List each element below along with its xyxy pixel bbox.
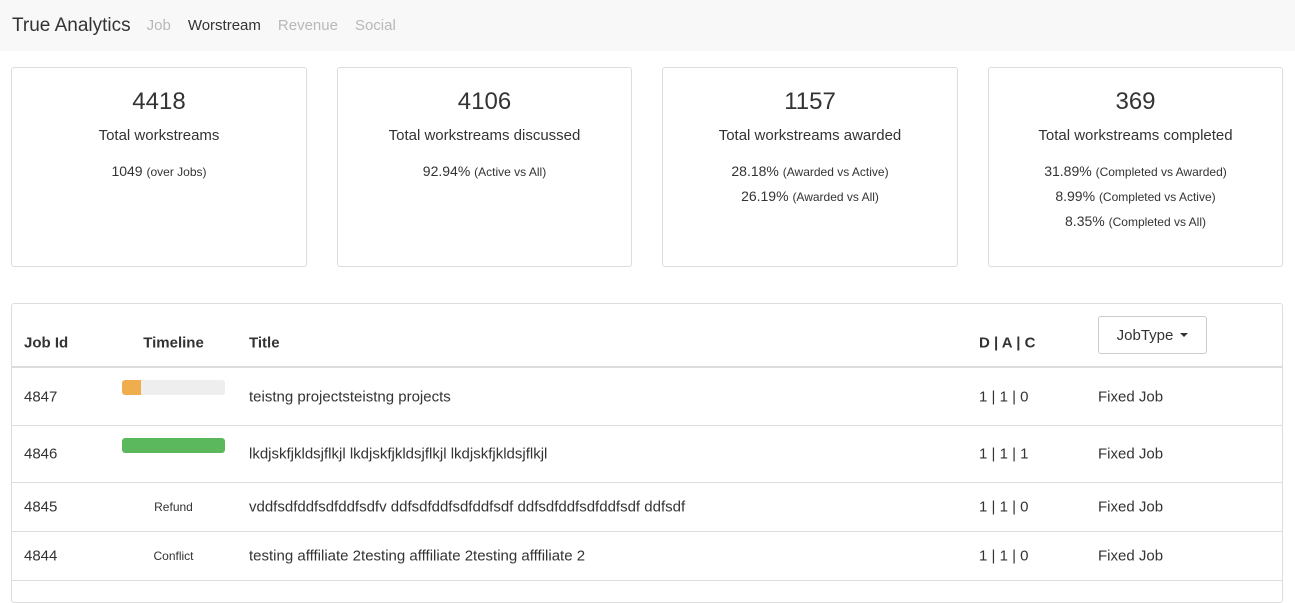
- stat-value: 28.18%: [731, 163, 779, 179]
- timeline-progress-fill: [122, 380, 141, 395]
- stat-line: 28.18% (Awarded vs Active): [663, 159, 957, 184]
- stat-value: 1049: [111, 163, 143, 179]
- card-stats: 92.94% (Active vs All): [338, 159, 631, 184]
- row-job-type: Fixed Job: [1098, 498, 1164, 516]
- row-title[interactable]: lkdjskfjkldsjflkjl lkdjskfjkldsjflkjl lk…: [249, 446, 547, 463]
- card-value: 1157: [784, 88, 836, 115]
- navbar: True Analytics Job Worstream Revenue Soc…: [0, 0, 1295, 51]
- jobtype-dropdown-button[interactable]: JobType: [1098, 316, 1207, 354]
- card-value: 4106: [457, 88, 512, 115]
- stat-line: 8.35% (Completed vs All): [989, 209, 1282, 234]
- card-stats: 28.18% (Awarded vs Active) 26.19% (Award…: [663, 159, 957, 209]
- card-value: 4418: [132, 88, 186, 115]
- header-timeline: Timeline: [143, 334, 204, 352]
- nav-link-revenue[interactable]: Revenue: [278, 17, 338, 34]
- row-dac: 1 | 1 | 1: [979, 445, 1029, 463]
- row-job-type: Fixed Job: [1098, 445, 1164, 463]
- card-value: 369: [1115, 88, 1156, 115]
- stat-card-awarded: 1157 Total workstreams awarded 28.18% (A…: [662, 67, 958, 267]
- row-job-type: Fixed Job: [1098, 547, 1164, 565]
- row-job-id: 4847: [24, 388, 58, 405]
- card-stats: 31.89% (Completed vs Awarded) 8.99% (Com…: [989, 159, 1282, 234]
- stat-note: (Awarded vs Active): [782, 165, 889, 179]
- card-label: Total workstreams completed: [1038, 127, 1233, 144]
- card-label: Total workstreams awarded: [718, 127, 902, 144]
- row-job-type: Fixed Job: [1098, 388, 1164, 405]
- brand-title[interactable]: True Analytics: [12, 15, 131, 37]
- card-label: Total workstreams: [98, 127, 220, 144]
- table-row[interactable]: 4846 lkdjskfjkldsjflkjl lkdjskfjkldsjflk…: [12, 426, 1282, 483]
- row-job-id: 4845: [24, 498, 58, 516]
- stat-value: 92.94%: [422, 163, 471, 179]
- jobtype-button-label: JobType: [1116, 326, 1174, 344]
- row-dac: 1 | 1 | 0: [979, 547, 1029, 565]
- table-row[interactable]: 4845 Refund vddfsdfddfsdfddfsdfv ddfsdfd…: [12, 483, 1282, 532]
- stat-line: 92.94% (Active vs All): [338, 159, 631, 184]
- card-stats: 1049 (over Jobs): [12, 159, 306, 184]
- row-timeline-status: Conflict: [153, 549, 194, 563]
- stat-line: 1049 (over Jobs): [12, 159, 306, 184]
- row-timeline-status: Refund: [154, 500, 193, 514]
- stat-note: (Active vs All): [474, 165, 547, 179]
- row-title[interactable]: testing afffiliate 2testing afffiliate 2…: [249, 548, 585, 565]
- stat-line: 8.99% (Completed vs Active): [989, 184, 1282, 209]
- row-title[interactable]: vddfsdfddfsdfddfsdfv ddfsdfddfsdfddfsdf …: [249, 499, 685, 516]
- row-title[interactable]: teistng projectsteistng projects: [249, 388, 451, 405]
- stat-note: (Awarded vs All): [792, 190, 879, 204]
- stat-value: 8.99%: [1055, 188, 1096, 204]
- header-title: Title: [249, 334, 280, 352]
- header-job-id: Job Id: [24, 334, 69, 352]
- stat-line: 31.89% (Completed vs Awarded): [989, 159, 1282, 184]
- header-dac: D | A | C: [979, 334, 1036, 352]
- timeline-progress-fill: [122, 438, 225, 453]
- workstreams-table: Job Id Timeline Title D | A | C JobType …: [11, 303, 1283, 603]
- stat-value: 31.89%: [1044, 163, 1092, 179]
- nav-link-job[interactable]: Job: [147, 17, 171, 34]
- stat-note: (Completed vs Active): [1098, 190, 1216, 204]
- row-job-id: 4844: [24, 547, 58, 565]
- nav-link-social[interactable]: Social: [355, 17, 396, 34]
- row-dac: 1 | 1 | 0: [979, 388, 1029, 405]
- caret-down-icon: [1180, 333, 1189, 337]
- row-job-id: 4846: [24, 445, 58, 463]
- stat-line: 26.19% (Awarded vs All): [663, 184, 957, 209]
- table-row[interactable]: 4844 Conflict testing afffiliate 2testin…: [12, 532, 1282, 581]
- stat-value: 26.19%: [741, 188, 789, 204]
- stat-note: (Completed vs Awarded): [1095, 165, 1227, 179]
- table-row[interactable]: 4847 teistng projectsteistng projects 1 …: [12, 368, 1282, 426]
- table-header-row: Job Id Timeline Title D | A | C JobType: [12, 304, 1282, 368]
- timeline-progress-bar: [122, 438, 225, 453]
- row-dac: 1 | 1 | 0: [979, 498, 1029, 516]
- timeline-progress-bar: [122, 380, 225, 395]
- stat-note: (over Jobs): [146, 165, 207, 179]
- stat-card-discussed: 4106 Total workstreams discussed 92.94% …: [337, 67, 632, 267]
- stat-note: (Completed vs All): [1108, 215, 1206, 229]
- nav-link-worstream[interactable]: Worstream: [188, 17, 261, 34]
- stat-card-completed: 369 Total workstreams completed 31.89% (…: [988, 67, 1283, 267]
- stat-card-total-workstreams: 4418 Total workstreams 1049 (over Jobs): [11, 67, 307, 267]
- stat-value: 8.35%: [1065, 213, 1105, 229]
- card-label: Total workstreams discussed: [388, 127, 581, 144]
